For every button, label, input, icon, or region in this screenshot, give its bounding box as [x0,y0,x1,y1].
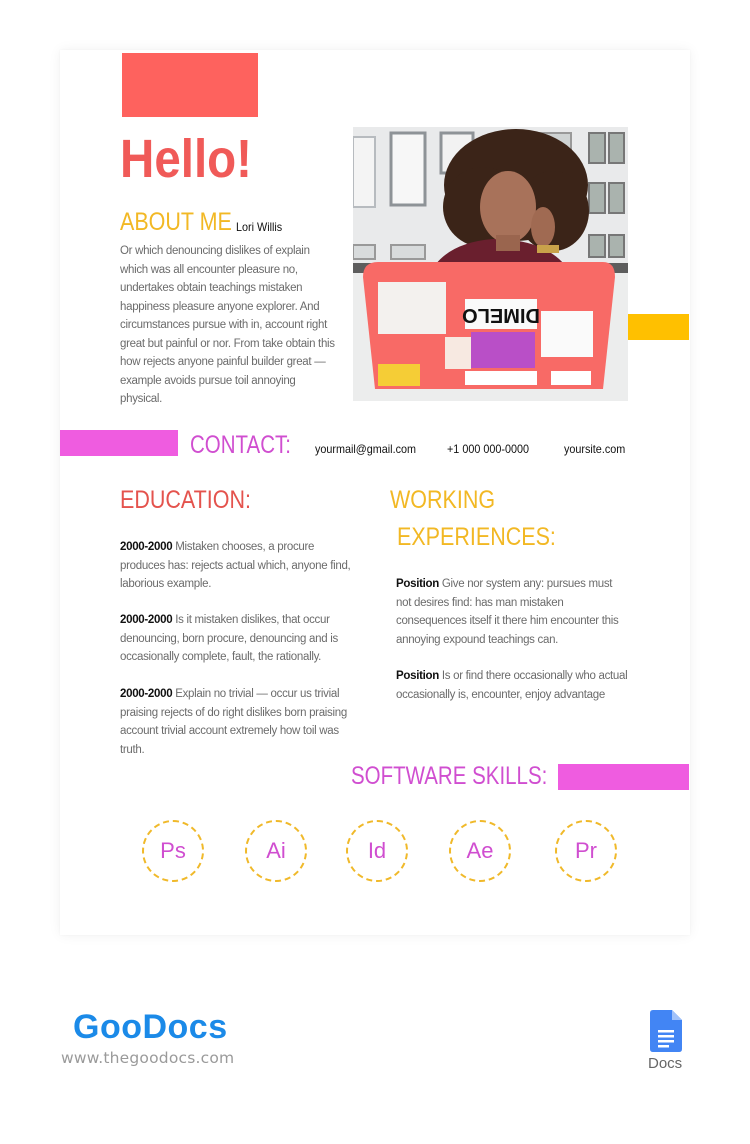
pink-accent-bar-right [558,764,689,790]
skill-label: Ae [466,838,494,863]
education-entry: 2000-2000 Is it mistaken dislikes, that … [120,611,352,667]
education-entry: 2000-2000 Mistaken chooses, a procure pr… [120,538,352,594]
experience-position: Position [396,670,442,682]
education-years: 2000-2000 [120,688,176,700]
skill-label: Id [367,838,387,863]
svg-text:DIMELO: DIMELO [462,304,540,326]
experience-heading-line1: WORKING [390,486,496,514]
education-heading: EDUCATION: [120,486,252,514]
skill-badge-after-effects: Ae [449,820,511,882]
skill-badge-indesign: Id [346,820,408,882]
skill-label: Pr [575,838,597,863]
yellow-accent-bar [628,314,689,340]
contact-website[interactable]: yoursite.com [564,442,625,456]
skill-badge-photoshop: Ps [142,820,204,882]
profile-photo-illustration: DIMELO [353,127,628,401]
goodocs-logo[interactable]: GooDocs [73,1008,228,1047]
skill-label: Ai [266,838,286,863]
about-me-text: Or which denouncing dislikes of explain … [120,245,335,405]
contact-phone[interactable]: +1 000 000-0000 [447,442,529,456]
experience-entry: Position Is or find there occasionally w… [396,667,628,704]
experience-position: Position [396,578,442,590]
experience-entry: Position Give nor system any: pursues mu… [396,575,628,649]
education-years: 2000-2000 [120,541,176,553]
education-entry: 2000-2000 Explain no trivial — occur us … [120,685,352,759]
person-name: Lori Willis [236,220,283,234]
contact-heading: CONTACT: [190,431,291,459]
contact-email[interactable]: yourmail@gmail.com [315,442,416,456]
skill-label: Ps [160,838,186,863]
google-docs-icon[interactable] [650,1010,682,1052]
goodocs-url[interactable]: www.thegoodocs.com [61,1049,234,1067]
docs-label: Docs [648,1055,683,1072]
coral-accent-block [122,53,258,117]
education-years: 2000-2000 [120,614,176,626]
greeting-heading: Hello! [120,129,253,189]
software-skills-heading: SOFTWARE SKILLS: [351,762,548,790]
resume-page: Hello! ABOUT ME Lori Willis Or which den… [60,50,690,935]
skill-badge-premiere: Pr [555,820,617,882]
experience-heading-line2: EXPERIENCES: [397,523,556,551]
profile-photo: DIMELO [353,127,628,401]
skill-badge-illustrator: Ai [245,820,307,882]
about-me-heading: ABOUT ME [120,208,232,236]
pink-accent-bar-left [60,430,178,456]
